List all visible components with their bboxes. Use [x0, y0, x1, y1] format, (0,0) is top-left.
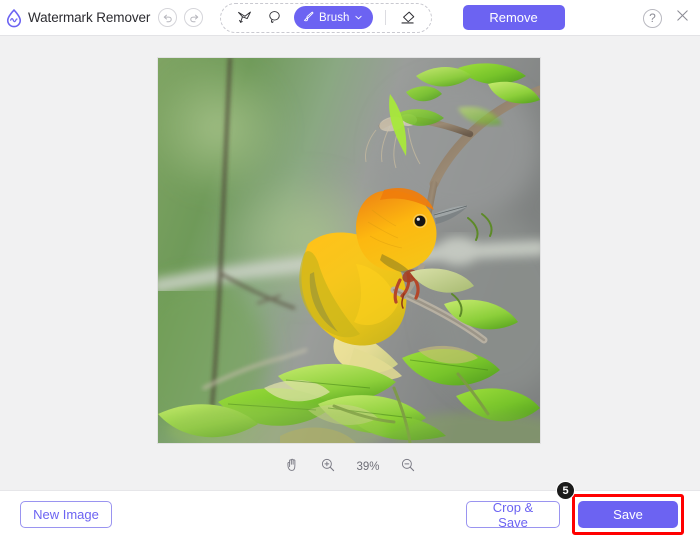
freehand-lasso-tool[interactable]	[260, 6, 288, 30]
toolbar-divider	[384, 10, 386, 25]
window-controls: ?	[643, 0, 692, 36]
freehand-lasso-icon	[266, 9, 283, 26]
zoom-in-button[interactable]	[319, 458, 337, 476]
redo-button[interactable]	[184, 8, 203, 27]
app-title: Watermark Remover	[28, 10, 151, 25]
bottom-right-actions: Crop & Save 5 Save	[466, 481, 700, 537]
bottom-action-bar: New Image Crop & Save 5 Save	[0, 481, 700, 537]
close-button[interactable]	[673, 9, 692, 28]
zoom-level: 39%	[356, 461, 380, 473]
redo-arrow-icon	[188, 12, 200, 24]
save-button-group: 5 Save	[556, 481, 684, 535]
save-button[interactable]: Save	[578, 501, 678, 528]
chevron-down-icon	[354, 10, 363, 25]
new-image-button[interactable]: New Image	[20, 500, 112, 528]
remove-button[interactable]: Remove	[462, 5, 565, 30]
zoom-in-icon	[320, 457, 336, 478]
eraser-tool[interactable]	[394, 6, 422, 30]
step-badge: 5	[556, 481, 575, 500]
paintbrush-icon	[302, 10, 315, 26]
undo-arrow-icon	[162, 12, 174, 24]
zoom-out-icon	[400, 457, 416, 478]
top-toolbar: Watermark Remover Brush Remove ?	[0, 0, 700, 36]
brush-label: Brush	[319, 11, 350, 24]
crop-and-save-button[interactable]: Crop & Save	[466, 500, 560, 530]
close-x-icon	[674, 7, 691, 29]
eraser-icon	[399, 9, 417, 27]
polygonal-lasso-icon	[236, 9, 253, 26]
app-brand: Watermark Remover	[0, 8, 158, 28]
hand-pan-icon	[284, 457, 300, 478]
question-mark-icon: ?	[649, 11, 656, 25]
undo-button[interactable]	[158, 8, 177, 27]
tool-cluster: Brush	[220, 2, 432, 33]
zoom-out-button[interactable]	[399, 458, 417, 476]
zoom-controls: 39%	[0, 458, 700, 476]
water-drop-wave-icon	[4, 8, 24, 28]
help-button[interactable]: ?	[643, 8, 662, 28]
editing-image[interactable]	[158, 58, 540, 443]
history-controls	[158, 8, 203, 27]
brush-tool-dropdown[interactable]: Brush	[294, 6, 373, 29]
polygonal-lasso-tool[interactable]	[230, 6, 258, 30]
canvas-area[interactable]: 39%	[0, 36, 700, 490]
pan-tool-button[interactable]	[283, 458, 301, 476]
watermark-remover-window: Watermark Remover Brush Remove ? 39% New…	[0, 0, 700, 537]
